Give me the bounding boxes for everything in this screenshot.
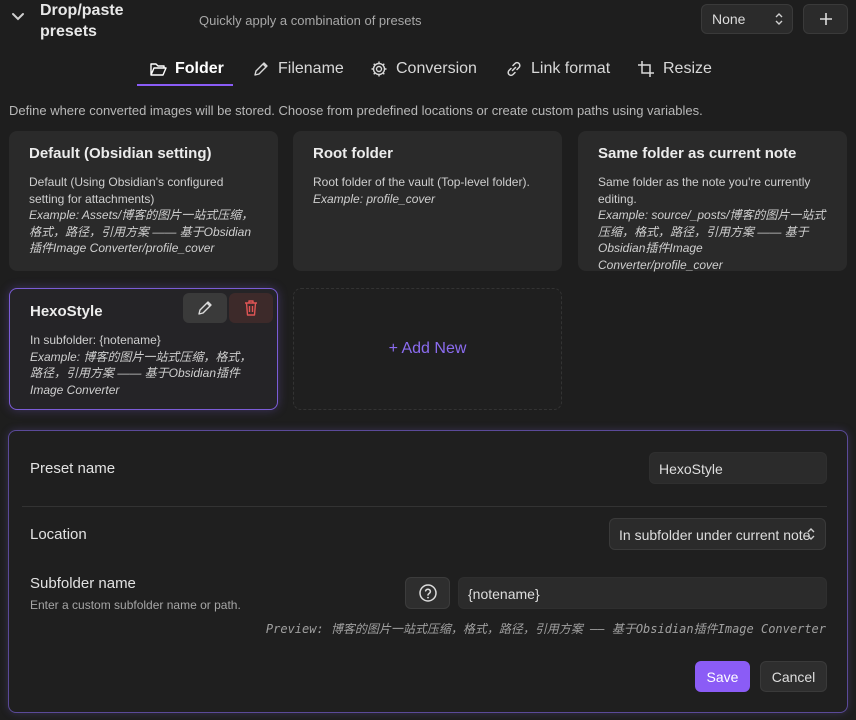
tab-label: Resize	[663, 60, 712, 77]
card-example: Example: 博客的图片一站式压缩，格式，路径，引用方案 —— 基于Obsi…	[30, 349, 252, 397]
chevron-down-icon[interactable]	[10, 8, 26, 24]
card-description: In subfolder: {notename}	[30, 333, 161, 347]
tab-link-format[interactable]: Link format	[505, 52, 610, 86]
card-example: Example: Assets/博客的图片一站式压缩，格式，路径，引用方案 ——…	[29, 208, 254, 255]
preset-name-input[interactable]: HexoStyle	[649, 452, 827, 484]
variables-help-button[interactable]	[405, 577, 450, 609]
card-example: Example: profile_cover	[313, 191, 436, 206]
active-tab-indicator	[137, 84, 233, 86]
add-preset-button[interactable]	[803, 4, 848, 34]
add-new-preset-card[interactable]: + Add New	[293, 288, 562, 410]
tab-filename[interactable]: Filename	[252, 52, 344, 86]
card-description: Default (Using Obsidian's configured set…	[29, 175, 224, 206]
pencil-icon	[254, 62, 268, 76]
delete-preset-button[interactable]	[229, 293, 273, 323]
card-description: Root folder of the vault (Top-level fold…	[313, 175, 530, 189]
tab-label: Conversion	[396, 60, 477, 77]
subfolder-input[interactable]: {notename}	[458, 577, 827, 609]
folder-intro: Define where converted images will be st…	[9, 103, 703, 118]
preset-card-hexostyle[interactable]: HexoStyle In subfolder: {notename} Examp…	[9, 288, 278, 410]
path-preview: Preview: 博客的图片一站式压缩，格式，路径，引用方案 —— 基于Obsi…	[265, 622, 826, 636]
cancel-button[interactable]: Cancel	[760, 661, 827, 692]
save-button[interactable]: Save	[695, 661, 750, 692]
crop-icon	[638, 61, 654, 77]
card-example: Example: source/_posts/博客的图片一站式压缩，格式，路径，…	[598, 208, 826, 272]
preset-select[interactable]: None	[701, 4, 793, 34]
tab-resize[interactable]: Resize	[637, 52, 712, 86]
trash-icon	[245, 300, 257, 316]
folder-open-icon	[150, 63, 167, 76]
location-label: Location	[30, 526, 87, 543]
plus-icon	[819, 13, 832, 25]
subfolder-hint: Enter a custom subfolder name or path.	[30, 598, 241, 612]
presets-description: Quickly apply a combination of presets	[199, 13, 422, 28]
preset-card-same-folder[interactable]: Same folder as current note Same folder …	[578, 131, 847, 272]
subfolder-label: Subfolder name	[30, 575, 136, 592]
gear-icon	[371, 61, 387, 77]
card-description: Same folder as the note you're currently…	[598, 175, 811, 206]
tab-conversion[interactable]: Conversion	[370, 52, 477, 86]
tab-label: Filename	[278, 60, 344, 77]
card-title: Root folder	[313, 145, 393, 162]
edit-preset-button[interactable]	[183, 293, 227, 323]
location-select[interactable]: In subfolder under current note	[609, 518, 826, 550]
tab-label: Link format	[531, 60, 611, 77]
card-title: Same folder as current note	[598, 145, 797, 162]
card-title: Default (Obsidian setting)	[29, 145, 212, 162]
updown-chevron-icon	[775, 13, 783, 25]
link-icon	[507, 61, 521, 77]
preset-name-label: Preset name	[30, 460, 116, 477]
updown-chevron-icon	[807, 528, 815, 540]
tab-folder[interactable]: Folder	[149, 52, 224, 86]
preset-card-default[interactable]: Default (Obsidian setting) Default (Usin…	[9, 131, 278, 271]
help-circle-icon	[418, 584, 437, 602]
pencil-icon	[198, 301, 212, 315]
divider	[22, 506, 827, 507]
tab-label: Folder	[175, 60, 224, 77]
presets-title: Drop/paste presets	[40, 2, 124, 40]
preset-card-root[interactable]: Root folder Root folder of the vault (To…	[293, 131, 562, 271]
location-select-value: In subfolder under current note	[619, 527, 811, 543]
preset-select-value: None	[712, 11, 746, 27]
